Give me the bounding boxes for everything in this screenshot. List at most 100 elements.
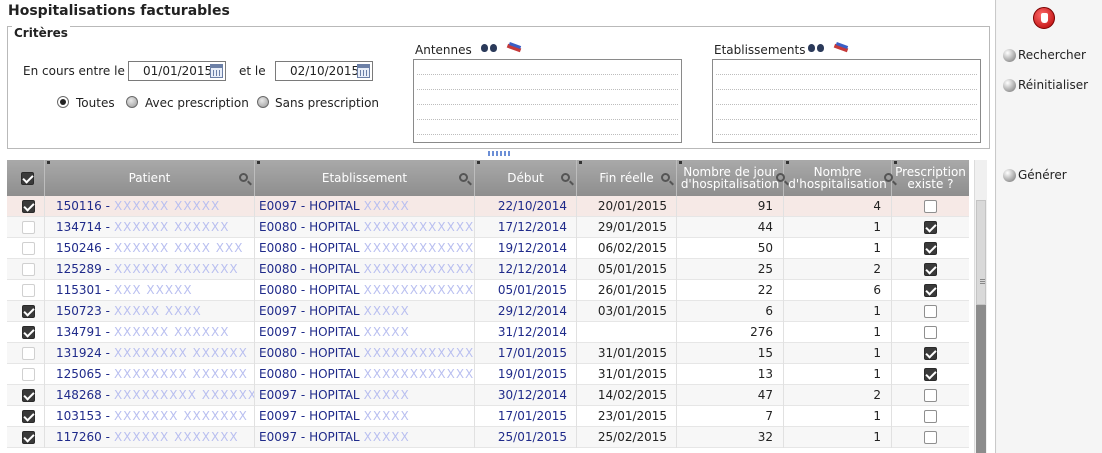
table-row[interactable]: 131924 - XXXXXXXX XXXXXX E0080 - HOPITAL XX… [7, 343, 969, 364]
prescription-checkbox[interactable] [924, 200, 937, 213]
table-row[interactable]: 150246 - XXXXXX XXXX XXX E0080 - HOPITAL XX… [7, 238, 969, 259]
date-from-field[interactable]: 01/01/2015 [128, 61, 226, 81]
search-icon[interactable] [239, 173, 248, 182]
patient-id-link[interactable]: 150116 - [56, 199, 110, 213]
radio-sans-prescription[interactable] [257, 96, 269, 108]
etablissement-cell[interactable]: E0080 - HOPITALXXXXXXXXXXXXXX [255, 217, 475, 238]
column-header-nombre-hospitalisation[interactable]: Nombre d'hospitalisation [784, 160, 893, 196]
debut-date[interactable]: 29/12/2014 [475, 301, 577, 322]
row-select-checkbox[interactable] [22, 326, 35, 339]
calendar-icon[interactable] [210, 64, 223, 78]
debut-date[interactable]: 30/12/2014 [475, 385, 577, 406]
etablissement-link[interactable]: E0080 - HOPITAL [259, 367, 360, 381]
prescription-checkbox[interactable] [924, 347, 937, 360]
table-row[interactable]: 134791 - XXXXXX XXXXXX E0097 - HOPITAL XXXX… [7, 322, 969, 343]
table-row[interactable]: 150723 - XXXXX XXXX E0097 - HOPITAL XXXXX 29… [7, 301, 969, 322]
table-row[interactable]: 148268 - XXXXXXXXX XXXXXXX E0097 - HOPITAL… [7, 385, 969, 406]
prescription-checkbox[interactable] [924, 326, 937, 339]
etablissement-link[interactable]: E0097 - HOPITAL [259, 304, 360, 318]
scrollbar-track[interactable] [976, 305, 986, 453]
prescription-checkbox[interactable] [924, 431, 937, 444]
column-header-patient[interactable]: Patient [45, 160, 255, 196]
debut-date[interactable]: 25/01/2015 [475, 427, 577, 448]
patient-cell[interactable]: 131924 - XXXXXXXX XXXXXX [45, 343, 255, 364]
etablissement-link[interactable]: E0080 - HOPITAL [259, 283, 360, 297]
etablissement-link[interactable]: E0097 - HOPITAL [259, 409, 360, 423]
stop-icon[interactable] [1033, 7, 1055, 29]
debut-date[interactable]: 05/01/2015 [475, 280, 577, 301]
patient-cell[interactable]: 125065 - XXXXXXXX XXXXXX [45, 364, 255, 385]
row-select-checkbox[interactable] [22, 221, 35, 234]
column-header-prescription[interactable]: Prescription existe ? [892, 160, 969, 196]
patient-id-link[interactable]: 117260 - [56, 430, 110, 444]
etablissement-cell[interactable]: E0080 - HOPITALXXXXXXXXXXXXXX [255, 259, 475, 280]
debut-date[interactable]: 22/10/2014 [475, 196, 577, 217]
reset-button[interactable]: Réinitialiser [1003, 76, 1088, 94]
search-icon[interactable] [561, 173, 570, 182]
table-row[interactable]: 115301 - XXX XXXXX E0080 - HOPITAL XXXXXXXX… [7, 280, 969, 301]
row-select-checkbox[interactable] [22, 431, 35, 444]
prescription-checkbox[interactable] [924, 410, 937, 423]
patient-cell[interactable]: 150246 - XXXXXX XXXX XXX [45, 238, 255, 259]
row-select-checkbox[interactable] [22, 368, 35, 381]
etablissement-cell[interactable]: E0097 - HOPITAL XXXXX [255, 322, 475, 343]
select-all-checkbox[interactable] [21, 172, 34, 185]
antennes-listbox[interactable] [413, 59, 682, 143]
row-select-checkbox[interactable] [22, 347, 35, 360]
debut-date[interactable]: 17/12/2014 [475, 217, 577, 238]
etablissement-link[interactable]: E0080 - HOPITAL [259, 346, 360, 360]
debut-date[interactable]: 19/12/2014 [475, 238, 577, 259]
generate-button[interactable]: Générer [1003, 166, 1067, 184]
column-header-debut[interactable]: Début [475, 160, 577, 196]
patient-cell[interactable]: 115301 - XXX XXXXX [45, 280, 255, 301]
etablissement-link[interactable]: E0097 - HOPITAL [259, 325, 360, 339]
row-select-checkbox[interactable] [22, 305, 35, 318]
patient-id-link[interactable]: 150246 - [56, 241, 110, 255]
etablissement-link[interactable]: E0080 - HOPITAL [259, 262, 360, 276]
calendar-icon[interactable] [357, 64, 370, 78]
search-button[interactable]: Rechercher [1003, 46, 1086, 64]
patient-cell[interactable]: 134714 - XXXXXX XXXXXX [45, 217, 255, 238]
row-select-checkbox[interactable] [22, 263, 35, 276]
debut-date[interactable]: 31/12/2014 [475, 322, 577, 343]
etablissement-cell[interactable]: E0097 - HOPITAL XXXXX [255, 301, 475, 322]
etablissement-cell[interactable]: E0097 - HOPITAL XXXXX [255, 406, 475, 427]
row-select-checkbox[interactable] [22, 242, 35, 255]
prescription-checkbox[interactable] [924, 389, 937, 402]
row-select-checkbox[interactable] [22, 200, 35, 213]
vertical-scrollbar[interactable] [974, 160, 987, 453]
eraser-icon[interactable] [834, 43, 850, 53]
patient-cell[interactable]: 103153 - XXXXXXX XXXXXXX [45, 406, 255, 427]
binoculars-icon[interactable] [481, 41, 497, 53]
search-icon[interactable] [459, 173, 468, 182]
patient-id-link[interactable]: 125065 - [56, 367, 110, 381]
patient-id-link[interactable]: 134791 - [56, 325, 110, 339]
table-row[interactable]: 150116 - XXXXXX XXXXX E0097 - HOPITAL XXXXX… [7, 196, 969, 217]
splitter-handle[interactable] [488, 151, 510, 156]
etablissement-link[interactable]: E0097 - HOPITAL [259, 388, 360, 402]
column-header-etablissement[interactable]: Etablissement [255, 160, 475, 196]
date-to-field[interactable]: 02/10/2015 [275, 61, 373, 81]
patient-cell[interactable]: 148268 - XXXXXXXXX XXXXXXX [45, 385, 255, 406]
prescription-checkbox[interactable] [924, 305, 937, 318]
patient-cell[interactable]: 150723 - XXXXX XXXX [45, 301, 255, 322]
table-row[interactable]: 134714 - XXXXXX XXXXXX E0080 - HOPITAL XXXX… [7, 217, 969, 238]
etablissement-link[interactable]: E0080 - HOPITAL [259, 220, 360, 234]
eraser-icon[interactable] [507, 43, 523, 53]
prescription-checkbox[interactable] [924, 284, 937, 297]
patient-id-link[interactable]: 148268 - [56, 388, 110, 402]
etablissement-cell[interactable]: E0080 - HOPITALXXXXXXXXXXXXXX [255, 280, 475, 301]
prescription-checkbox[interactable] [924, 242, 937, 255]
debut-date[interactable]: 19/01/2015 [475, 364, 577, 385]
etablissement-cell[interactable]: E0080 - HOPITALXXXXXXXXXXXXXX [255, 364, 475, 385]
debut-date[interactable]: 12/12/2014 [475, 259, 577, 280]
etablissement-link[interactable]: E0080 - HOPITAL [259, 241, 360, 255]
radio-toutes[interactable] [57, 96, 69, 108]
prescription-checkbox[interactable] [924, 263, 937, 276]
patient-cell[interactable]: 134791 - XXXXXX XXXXXX [45, 322, 255, 343]
prescription-checkbox[interactable] [924, 221, 937, 234]
patient-cell[interactable]: 117260 - XXXXXX XXXXXXX [45, 427, 255, 448]
prescription-checkbox[interactable] [924, 368, 937, 381]
patient-id-link[interactable]: 134714 - [56, 220, 110, 234]
row-select-checkbox[interactable] [22, 410, 35, 423]
